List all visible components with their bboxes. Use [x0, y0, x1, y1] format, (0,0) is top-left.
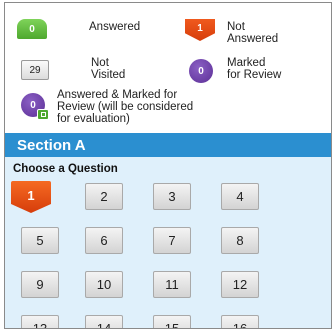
status-legend: 0 Answered 1 Not Answered 29 Not Visited… — [5, 3, 331, 133]
not-answered-count: 1 — [197, 23, 203, 34]
not-answered-status-icon: 1 — [185, 19, 215, 41]
choose-question-label: Choose a Question — [13, 163, 118, 175]
not-answered-label: Not Answered — [227, 21, 279, 45]
marked-review-status-icon: 0 — [189, 59, 213, 83]
question-button-14[interactable]: 14 — [85, 315, 123, 328]
question-button-8[interactable]: 8 — [221, 227, 259, 254]
question-button-3[interactable]: 3 — [153, 183, 191, 210]
question-button-9[interactable]: 9 — [21, 271, 59, 298]
not-visited-status-icon: 29 — [21, 60, 49, 80]
not-visited-label: Not Visited — [91, 57, 126, 81]
answered-count: 0 — [29, 23, 35, 35]
question-button-11[interactable]: 11 — [153, 271, 191, 298]
marked-review-count: 0 — [198, 65, 204, 77]
question-palette: Choose a Question 1 2 3 4 5 6 7 8 9 10 11 12 13 14 15 1… — [5, 157, 331, 328]
section-title: Section A — [17, 136, 86, 154]
marked-review-label: Marked for Review — [227, 57, 282, 81]
question-button-6[interactable]: 6 — [85, 227, 123, 254]
question-button-12[interactable]: 12 — [221, 271, 259, 298]
question-button-1[interactable]: 1 — [11, 181, 51, 213]
answered-label: Answered — [89, 21, 141, 33]
question-palette-panel: 0 Answered 1 Not Answered 29 Not Visited… — [4, 2, 332, 329]
not-visited-count: 29 — [29, 64, 41, 76]
question-button-2[interactable]: 2 — [85, 183, 123, 210]
question-button-15[interactable]: 15 — [153, 315, 191, 328]
question-button-13[interactable]: 13 — [21, 315, 59, 328]
answered-marked-count: 0 — [30, 99, 36, 111]
question-grid: 1 2 3 4 5 6 7 8 9 10 11 12 13 14 15 16 — [11, 181, 321, 328]
question-button-4[interactable]: 4 — [221, 183, 259, 210]
question-button-7[interactable]: 7 — [153, 227, 191, 254]
check-badge-icon — [37, 109, 49, 120]
question-button-5[interactable]: 5 — [21, 227, 59, 254]
question-button-16[interactable]: 16 — [221, 315, 259, 328]
answered-status-icon: 0 — [17, 19, 47, 39]
section-header[interactable]: Section A — [5, 133, 331, 157]
question-button-10[interactable]: 10 — [85, 271, 123, 298]
answered-marked-label: Answered & Marked for Review (will be co… — [57, 89, 194, 125]
